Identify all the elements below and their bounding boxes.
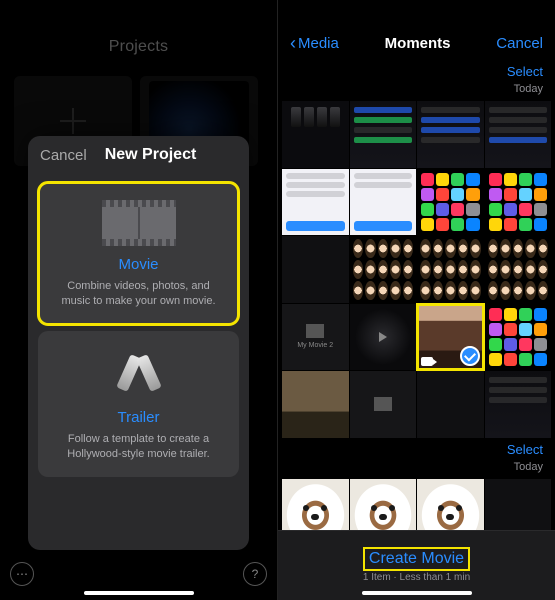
footer-meta: 1 Item · Less than 1 min: [363, 572, 470, 583]
film-icon: [102, 200, 176, 246]
media-thumb[interactable]: [282, 101, 349, 168]
select-link[interactable]: Select: [290, 64, 543, 79]
help-button[interactable]: ?: [243, 562, 267, 586]
new-project-sheet: Cancel New Project Movie Combine videos,…: [28, 136, 249, 550]
media-nav: ‹ Media Moments Cancel: [278, 0, 555, 60]
media-thumb-selected[interactable]: [417, 304, 484, 371]
cancel-button[interactable]: Cancel: [40, 147, 87, 164]
option-movie[interactable]: Movie Combine videos, photos, and music …: [38, 182, 239, 325]
select-link[interactable]: Select: [290, 442, 543, 457]
media-thumb[interactable]: [485, 169, 552, 236]
media-thumb[interactable]: [485, 236, 552, 303]
media-thumb[interactable]: [417, 169, 484, 236]
media-thumb[interactable]: [485, 101, 552, 168]
cancel-button[interactable]: Cancel: [496, 35, 543, 52]
chevron-left-icon: ‹: [290, 34, 296, 52]
back-button[interactable]: ‹ Media: [290, 34, 339, 52]
question-icon: ?: [252, 567, 259, 581]
spotlight-icon: [109, 349, 169, 399]
media-thumb[interactable]: My Movie 2: [282, 304, 349, 371]
media-thumb[interactable]: [350, 304, 417, 371]
option-movie-title: Movie: [48, 256, 229, 273]
right-screenshot: ‹ Media Moments Cancel Select Today My M…: [278, 0, 555, 600]
option-movie-desc: Combine videos, photos, and music to mak…: [48, 279, 229, 309]
plus-icon: [60, 108, 86, 134]
media-thumb[interactable]: [417, 101, 484, 168]
play-icon: [379, 332, 387, 342]
option-trailer-title: Trailer: [48, 409, 229, 426]
media-thumb[interactable]: [282, 371, 349, 438]
media-thumb[interactable]: [350, 371, 417, 438]
media-thumb[interactable]: [350, 236, 417, 303]
media-thumb[interactable]: [282, 169, 349, 236]
home-indicator[interactable]: [362, 591, 472, 595]
sheet-title: New Project: [87, 146, 237, 164]
home-indicator[interactable]: [84, 591, 194, 595]
section-day: Today: [514, 461, 543, 473]
media-thumb[interactable]: [417, 371, 484, 438]
projects-title: Projects: [0, 0, 277, 56]
media-thumb[interactable]: [350, 169, 417, 236]
media-thumb[interactable]: [417, 236, 484, 303]
more-button[interactable]: ⋯: [10, 562, 34, 586]
create-movie-button[interactable]: Create Movie: [365, 549, 468, 569]
option-trailer-desc: Follow a template to create a Hollywood-…: [48, 432, 229, 462]
section-header-1: Select Today: [278, 60, 555, 99]
moments-title: Moments: [385, 35, 451, 52]
sheet-header: Cancel New Project: [28, 136, 249, 176]
left-screenshot: Projects Cancel New Project Movie Combin…: [0, 0, 278, 600]
section-day: Today: [514, 83, 543, 95]
video-icon: [421, 357, 433, 366]
media-thumb[interactable]: [485, 371, 552, 438]
back-label: Media: [298, 35, 339, 52]
media-grid-1: My Movie 2: [278, 99, 555, 438]
footer-bar: Create Movie 1 Item · Less than 1 min: [278, 530, 555, 600]
ellipsis-icon: ⋯: [16, 567, 28, 581]
media-thumb[interactable]: [350, 101, 417, 168]
media-thumb[interactable]: [282, 236, 349, 303]
media-thumb[interactable]: [485, 304, 552, 371]
section-header-2: Select Today: [278, 438, 555, 477]
option-trailer[interactable]: Trailer Follow a template to create a Ho…: [38, 331, 239, 478]
checkmark-icon: [460, 346, 480, 366]
